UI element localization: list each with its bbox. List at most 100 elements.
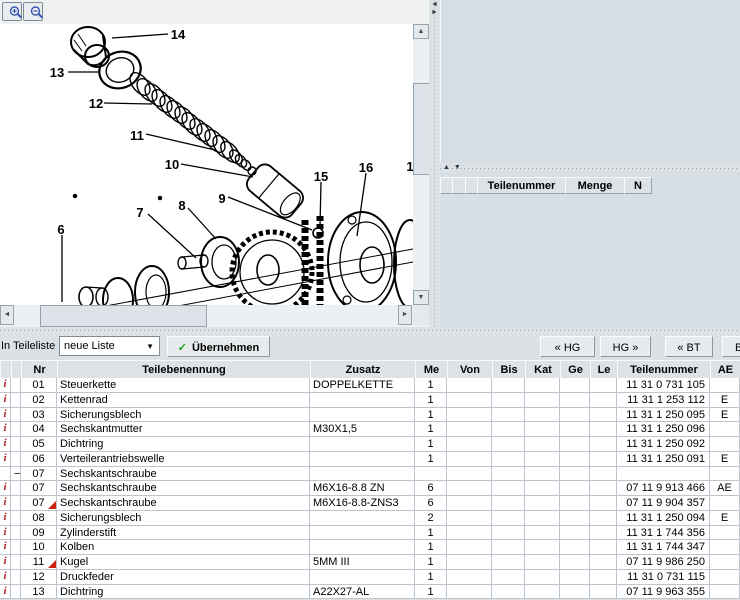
callout-6[interactable]: 6	[57, 222, 64, 237]
selection-header-menge[interactable]: Menge	[565, 177, 625, 194]
table-row[interactable]: i09Zylinderstift111 31 1 744 356	[0, 526, 740, 541]
info-icon[interactable]: i	[0, 422, 11, 437]
header-ge[interactable]: Ge	[560, 360, 591, 379]
cell-le	[590, 408, 617, 423]
info-icon[interactable]: i	[0, 437, 11, 452]
cell-ge	[560, 585, 590, 600]
callout-14[interactable]: 14	[171, 27, 186, 42]
info-icon[interactable]: i	[0, 585, 11, 600]
callout-12[interactable]: 12	[89, 96, 103, 111]
cell-me	[415, 467, 447, 482]
table-row[interactable]: i10Kolben111 31 1 744 347	[0, 540, 740, 555]
scroll-down-button[interactable]: ▼	[413, 290, 429, 305]
callout-10[interactable]: 10	[165, 157, 179, 172]
info-icon[interactable]: i	[0, 393, 11, 408]
cell-teilenummer: 11 31 1 250 096	[617, 422, 710, 437]
cell-zusatz	[310, 511, 415, 526]
info-icon[interactable]: i	[0, 526, 11, 541]
right-horizontal-splitter[interactable]: ▲ ▼	[440, 163, 740, 173]
cell-ge	[560, 481, 590, 496]
table-row[interactable]: i11Kugel5MM III107 11 9 986 250	[0, 555, 740, 570]
info-icon[interactable]: i	[0, 555, 11, 570]
splitter-collapse-icon[interactable]: ◄►	[429, 1, 440, 17]
table-row[interactable]: i01SteuerketteDOPPELKETTE111 31 0 731 10…	[0, 378, 740, 393]
parts-catalog-window: 14 13 12 11 10 9 8 7 6 15 16 1 ▲ ▼	[0, 0, 740, 600]
table-row[interactable]: i02Kettenrad111 31 1 253 112E	[0, 393, 740, 408]
header-teilenummer[interactable]: Teilenummer	[617, 360, 711, 379]
horizontal-scroll-thumb[interactable]	[40, 305, 207, 327]
vertical-splitter[interactable]: ◄►	[429, 0, 440, 327]
callout-7[interactable]: 7	[136, 205, 143, 220]
parts-list-section: In Teileliste neue Liste ▼ ✓Übernehmen «…	[0, 333, 740, 600]
list-select[interactable]: neue Liste ▼	[59, 336, 160, 356]
info-icon[interactable]: i	[0, 496, 11, 511]
header-von[interactable]: Von	[447, 360, 493, 379]
selection-list-panel: Teilenummer Menge N	[440, 173, 740, 327]
cell-zusatz	[310, 570, 415, 585]
callout-8[interactable]: 8	[178, 198, 185, 213]
hg-next-button[interactable]: HG »	[600, 336, 651, 357]
info-icon[interactable]: i	[0, 452, 11, 467]
header-zusatz[interactable]: Zusatz	[310, 360, 416, 379]
header-me[interactable]: Me	[415, 360, 448, 379]
scroll-left-button[interactable]: ◄	[0, 305, 14, 325]
info-icon[interactable]: i	[0, 570, 11, 585]
cell-teilenummer: 11 31 1 744 356	[617, 526, 710, 541]
cell-nr: 10	[21, 540, 57, 555]
info-icon[interactable]: i	[0, 540, 11, 555]
callout-13[interactable]: 13	[50, 65, 64, 80]
expand-cell	[11, 408, 21, 423]
callout-16[interactable]: 16	[359, 160, 373, 175]
table-row[interactable]: −07Sechskantschraube	[0, 467, 740, 482]
info-icon[interactable]: i	[0, 408, 11, 423]
cell-teilebenennung: Kugel	[57, 555, 310, 570]
cell-teilebenennung: Dichtring	[57, 585, 310, 600]
cell-ge	[560, 378, 590, 393]
header-teilebenennung[interactable]: Teilebenennung	[57, 360, 311, 379]
table-row[interactable]: i07SechskantschraubeM6X16-8.8-ZNS3607 11…	[0, 496, 740, 511]
bt-prev-button[interactable]: « BT	[665, 336, 713, 357]
diagram-vertical-scrollbar[interactable]: ▲ ▼	[413, 24, 429, 305]
cell-teilebenennung: Dichtring	[57, 437, 310, 452]
hg-prev-button[interactable]: « HG	[540, 336, 595, 357]
table-row[interactable]: i05Dichtring111 31 1 250 092	[0, 437, 740, 452]
collapse-icon[interactable]: −	[11, 467, 21, 482]
table-row[interactable]: i03Sicherungsblech111 31 1 250 095E	[0, 408, 740, 423]
info-icon[interactable]: i	[0, 481, 11, 496]
info-icon[interactable]: i	[0, 511, 11, 526]
zoom-in-button[interactable]	[2, 2, 22, 21]
table-row[interactable]: i06Verteilerantriebswelle111 31 1 250 09…	[0, 452, 740, 467]
callout-9[interactable]: 9	[218, 191, 225, 206]
header-kat[interactable]: Kat	[525, 360, 561, 379]
callout-11[interactable]: 11	[130, 128, 144, 143]
diagram-horizontal-scrollbar[interactable]: ◄ ►	[0, 305, 412, 325]
table-row[interactable]: i13DichtringA22X27-AL107 11 9 963 355	[0, 585, 740, 600]
splitter-updown-icon[interactable]: ▲ ▼	[443, 164, 462, 171]
zoom-out-button[interactable]	[23, 2, 43, 21]
table-row[interactable]: i08Sicherungsblech211 31 1 250 094E	[0, 511, 740, 526]
callout-partial[interactable]: 1	[406, 159, 413, 174]
dropdown-arrow-icon[interactable]: ▼	[146, 342, 154, 351]
selection-header-n[interactable]: N	[624, 177, 652, 194]
cell-nr: 05	[21, 437, 57, 452]
bt-next-button[interactable]: BT	[722, 336, 740, 357]
info-icon[interactable]: i	[0, 378, 11, 393]
expand-cell	[11, 570, 21, 585]
scroll-right-button[interactable]: ►	[398, 305, 412, 325]
table-row[interactable]: i12Druckfeder111 31 0 731 115	[0, 570, 740, 585]
scroll-up-button[interactable]: ▲	[413, 24, 429, 39]
cell-bis	[492, 437, 525, 452]
table-row[interactable]: i07SechskantschraubeM6X16-8.8 ZN607 11 9…	[0, 481, 740, 496]
selection-header-teilenummer[interactable]: Teilenummer	[477, 177, 566, 194]
cell-teilebenennung: Sechskantschraube	[57, 496, 310, 511]
cell-bis	[492, 452, 525, 467]
info-cell-empty	[0, 467, 11, 482]
callout-15[interactable]: 15	[314, 169, 328, 184]
header-le[interactable]: Le	[590, 360, 618, 379]
table-row[interactable]: i04SechskantmutterM30X1,5111 31 1 250 09…	[0, 422, 740, 437]
header-bis[interactable]: Bis	[492, 360, 526, 379]
header-nr[interactable]: Nr	[21, 360, 58, 379]
uebernehmen-button[interactable]: ✓Übernehmen	[167, 336, 270, 357]
header-ae[interactable]: AE	[710, 360, 740, 379]
exploded-diagram-canvas[interactable]: 14 13 12 11 10 9 8 7 6 15 16 1	[0, 24, 413, 305]
